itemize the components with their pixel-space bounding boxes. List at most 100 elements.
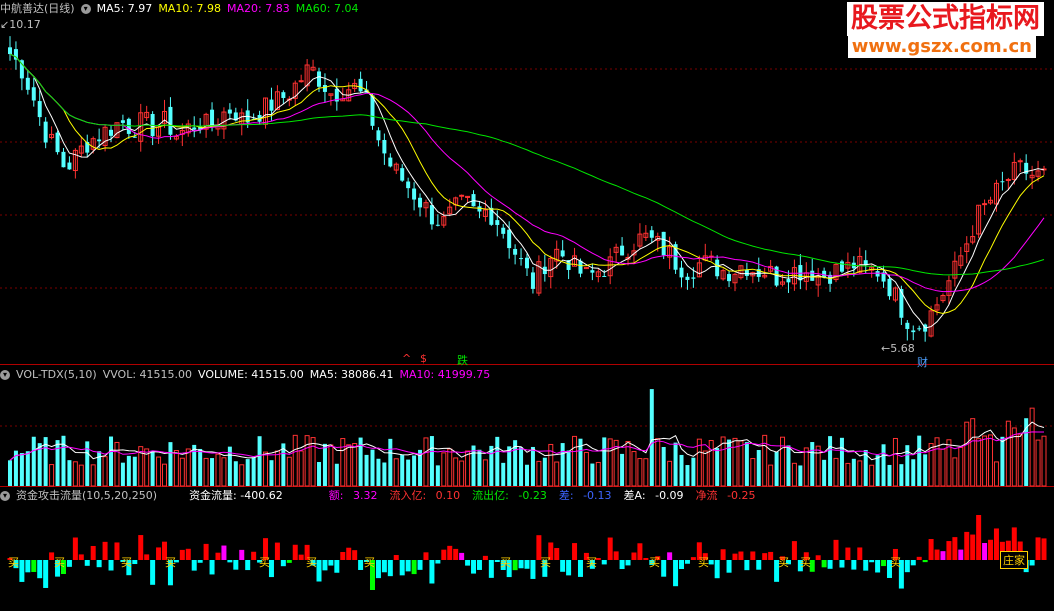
flow-bar	[744, 560, 750, 571]
flow-bar	[346, 547, 352, 560]
flow-bar	[387, 560, 393, 577]
volume-value: VOLUME: 41515.00	[198, 368, 304, 381]
volume-bar	[370, 449, 375, 486]
drop-tag[interactable]: 跌	[457, 352, 468, 368]
volume-bar	[542, 457, 547, 486]
volume-bar	[310, 437, 316, 487]
flow-bar	[19, 560, 25, 582]
volume-bar	[923, 454, 928, 486]
volume-bar	[839, 437, 844, 486]
flow-bar	[191, 560, 197, 571]
amount-label: 额:	[328, 489, 344, 502]
volume-bar	[780, 436, 786, 487]
volume-bar	[459, 460, 465, 487]
volume-bar	[412, 455, 417, 486]
inflow-value: 0.10	[435, 489, 461, 502]
buy-label: 买	[800, 556, 811, 569]
flow-bar	[375, 560, 381, 579]
diff-label: 差:	[558, 489, 574, 502]
volume-bar	[334, 463, 339, 486]
flow-bar	[156, 547, 162, 560]
flow-bar	[399, 560, 405, 576]
dollar-tag[interactable]: $	[420, 352, 427, 365]
volume-bar	[120, 462, 125, 486]
volume-bar	[602, 437, 607, 486]
flow-bar	[952, 537, 958, 560]
settings-circle-icon[interactable]: ▾	[80, 4, 91, 14]
buy-label: 买	[364, 556, 375, 569]
volume-bar	[340, 438, 346, 487]
volume-bar	[952, 457, 958, 487]
candle-body	[875, 271, 880, 277]
flow-bar	[251, 551, 257, 560]
flow-bar	[393, 555, 399, 560]
flow-bar	[946, 541, 952, 560]
flow-bar	[815, 555, 821, 560]
flow-bar	[613, 551, 619, 560]
volume-bar	[109, 436, 114, 486]
flow-bar	[239, 549, 245, 560]
flow-bar	[197, 560, 203, 563]
flow-bar	[756, 560, 762, 570]
flow-bar	[881, 560, 887, 567]
flow-bar	[286, 560, 292, 563]
volume-bar	[298, 450, 304, 487]
flow-bar	[1029, 560, 1035, 566]
flow-bar	[381, 560, 387, 573]
flow-bar	[274, 542, 280, 560]
low-marker-value: 5.68	[890, 342, 915, 355]
flow-bar	[1035, 537, 1041, 560]
flow-bar	[714, 560, 720, 579]
volume-bar	[744, 442, 749, 486]
volume-bar	[114, 441, 120, 487]
candle-body	[578, 260, 583, 274]
flow-bar	[465, 560, 471, 566]
volume-bar	[346, 444, 352, 487]
volume-bar	[934, 437, 940, 487]
finance-tag[interactable]: 财	[917, 354, 928, 370]
volume-bar	[465, 450, 471, 487]
candle-body	[911, 330, 916, 333]
buy-label: 买	[540, 556, 551, 569]
volume-bar	[150, 450, 155, 486]
volume-bar	[286, 456, 292, 487]
candle-body	[406, 181, 411, 189]
candle-body	[982, 203, 988, 206]
volume-bar	[732, 437, 738, 487]
volume-bar	[810, 442, 815, 486]
volume-bar	[583, 451, 589, 487]
volume-bar	[887, 464, 892, 486]
flow-bar	[66, 560, 72, 567]
flow-bar	[982, 543, 988, 560]
volume-bar	[393, 458, 399, 487]
candle-body	[798, 265, 803, 281]
volume-bar	[828, 436, 833, 486]
volume-bar	[179, 457, 185, 487]
candle-body	[418, 197, 423, 208]
volume-bar	[292, 434, 298, 487]
volume-bar	[274, 450, 280, 487]
candle-body	[388, 157, 393, 167]
candle-body	[810, 270, 815, 281]
volume-bar	[892, 437, 898, 487]
flow-bar	[108, 560, 114, 571]
candle-body	[8, 47, 12, 55]
flow-bar	[1041, 538, 1047, 560]
flow-bar	[203, 543, 209, 560]
settings-circle-icon[interactable]: ▾	[0, 491, 10, 501]
candle-body	[120, 120, 125, 123]
volume-bar	[715, 448, 720, 486]
flow-bar	[84, 560, 90, 566]
flow-bar	[607, 537, 613, 560]
volume-bar	[993, 461, 999, 487]
volume-bar	[679, 454, 684, 486]
settings-circle-icon[interactable]: ▾	[0, 370, 10, 380]
candle-body	[715, 259, 720, 277]
flow-bar	[358, 560, 364, 570]
candle-body	[322, 85, 327, 92]
volume-bar	[655, 438, 661, 487]
candle-body	[412, 188, 417, 200]
volume-bar	[210, 458, 215, 486]
volume-bar	[382, 462, 387, 486]
volume-bar	[661, 447, 666, 486]
